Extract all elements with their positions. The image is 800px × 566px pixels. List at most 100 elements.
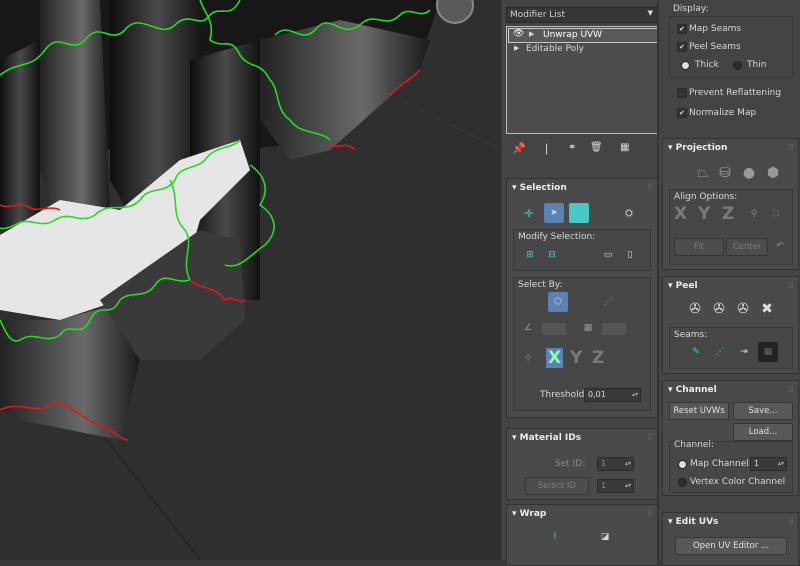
- rollout-title[interactable]: ▾ Wrap: [512, 509, 546, 519]
- pelt-map-icon[interactable]: ✖: [757, 299, 777, 319]
- select-element-icon[interactable]: ➤: [544, 203, 564, 223]
- stack-item-label: Editable Poly: [526, 44, 584, 54]
- grip-icon[interactable]: ⠿: [647, 433, 653, 442]
- modifier-list-dropdown[interactable]: Modifier List ▼: [506, 7, 658, 23]
- stack-item-unwrap-uvw[interactable]: 👁 ▶ Unwrap UVW: [508, 28, 658, 43]
- map-seams-label: Map Seams: [689, 24, 742, 34]
- map-channel-radio[interactable]: [678, 460, 687, 469]
- align-options-label: Align Options:: [674, 192, 738, 202]
- spinner-arrows-icon[interactable]: ▴▾: [625, 458, 631, 470]
- spline-map-icon[interactable]: ⌇: [545, 527, 565, 547]
- align-best-icon[interactable]: ⛶: [766, 204, 786, 224]
- load-button[interactable]: Load...: [733, 423, 793, 441]
- select-by-grid-icon[interactable]: ▦: [578, 318, 598, 338]
- prevent-reflattening-checkbox[interactable]: [677, 88, 687, 98]
- thin-label: Thin: [747, 60, 767, 70]
- align-x[interactable]: X: [674, 204, 687, 224]
- select-id-spinner[interactable]: 1 ▴▾: [597, 479, 634, 493]
- select-by-group: Select By: ⬡ ⋰ ∠ ▦ ⊹ X Y Z Threshold: 0,…: [513, 277, 651, 411]
- unwrap-faces-icon[interactable]: ◪: [595, 527, 615, 547]
- edit-seams-icon[interactable]: ✎: [686, 342, 706, 362]
- collapse-icon: ▾: [668, 281, 676, 291]
- viewport-3d[interactable]: [0, 0, 502, 560]
- align-z[interactable]: Z: [722, 204, 734, 224]
- threshold-label: Threshold:: [540, 390, 588, 400]
- make-unique-icon[interactable]: ⚭: [568, 142, 576, 153]
- normalize-map-checkbox[interactable]: ✔: [677, 108, 687, 118]
- save-button[interactable]: Save...: [733, 402, 793, 420]
- remove-modifier-icon[interactable]: 🗑: [590, 142, 603, 153]
- axis-y[interactable]: Y: [570, 348, 582, 368]
- peel-seams-checkbox[interactable]: ✔: [677, 42, 687, 52]
- configure-sets-icon[interactable]: ▦: [620, 142, 629, 153]
- grip-icon[interactable]: ⠿: [647, 183, 653, 192]
- align-y[interactable]: Y: [698, 204, 710, 224]
- seams-from-selection-icon[interactable]: ▦: [758, 342, 778, 362]
- axis-z[interactable]: Z: [592, 348, 604, 368]
- align-to-view-icon[interactable]: ⚲: [744, 204, 764, 224]
- axis-x[interactable]: X: [546, 348, 564, 368]
- map-seams-checkbox[interactable]: ✔: [677, 24, 687, 34]
- loop-select-icon[interactable]: ▭: [598, 245, 618, 265]
- set-id-spinner[interactable]: 1 ▴▾: [597, 457, 634, 471]
- planar-map-icon[interactable]: ⏢: [693, 163, 713, 183]
- mesh-render: [0, 0, 502, 560]
- rollout-title[interactable]: ▾ Peel: [668, 281, 698, 291]
- select-cube-icon[interactable]: ⬡: [548, 292, 568, 312]
- eye-icon[interactable]: 👁: [513, 29, 524, 39]
- rollout-title[interactable]: ▾ Edit UVs: [668, 517, 718, 527]
- reset-peel-icon[interactable]: ✇: [733, 299, 753, 319]
- pin-stack-icon[interactable]: 📌: [512, 142, 526, 155]
- expand-triangle-icon[interactable]: ▶: [514, 44, 519, 52]
- select-by-element-icon[interactable]: ⛭: [619, 203, 639, 223]
- prevent-reflattening-label: Prevent Reflattening: [689, 88, 782, 98]
- stack-toolbar: 📌 ❘ ⚭ 🗑 ▦: [506, 140, 656, 158]
- select-by-angle-icon[interactable]: ∠: [518, 318, 538, 338]
- normalize-map-label: Normalize Map: [689, 108, 757, 118]
- center-button[interactable]: Center: [726, 238, 768, 256]
- edge-to-seams-icon[interactable]: ⇥: [734, 342, 754, 362]
- open-uv-editor-button[interactable]: Open UV Editor ...: [675, 537, 787, 555]
- shrink-selection-icon[interactable]: ⊟: [542, 245, 562, 265]
- grip-icon[interactable]: ⠿: [788, 517, 794, 526]
- point-to-point-seams-icon[interactable]: ⋰: [710, 342, 730, 362]
- grip-icon[interactable]: ⠿: [788, 281, 794, 290]
- planar-select-icon[interactable]: ⊹: [518, 348, 538, 368]
- thin-radio[interactable]: [733, 61, 742, 70]
- show-end-result-icon[interactable]: ❘: [542, 142, 551, 155]
- select-id-button[interactable]: Select ID: [525, 477, 589, 495]
- select-edge-icon[interactable]: ⋰: [598, 292, 618, 312]
- threshold-spinner[interactable]: 0,01 ▴▾: [584, 388, 641, 402]
- rollout-title[interactable]: ▾ Material IDs: [512, 433, 581, 443]
- rollout-title[interactable]: ▾ Projection: [668, 143, 727, 153]
- spinner-arrows-icon[interactable]: ▴▾: [632, 389, 638, 401]
- thick-radio[interactable]: [681, 61, 690, 70]
- ring-select-icon[interactable]: ▯: [620, 245, 640, 265]
- stack-item-editable-poly[interactable]: ▶ Editable Poly: [508, 43, 656, 56]
- cylindrical-map-icon[interactable]: ⛁: [715, 163, 735, 183]
- quick-peel-icon[interactable]: ✇: [685, 299, 705, 319]
- angle-input[interactable]: [542, 323, 566, 335]
- grip-icon[interactable]: ⠿: [788, 143, 794, 152]
- reset-uvws-button[interactable]: Reset UVWs: [669, 402, 729, 420]
- rollout-title[interactable]: ▾ Channel: [668, 385, 717, 395]
- spherical-map-icon[interactable]: ●: [739, 163, 759, 183]
- vertex-color-channel-radio[interactable]: [678, 478, 687, 487]
- spinner-arrows-icon[interactable]: ▴▾: [778, 458, 784, 470]
- channel-rollout: ▾ Channel ⠿ Reset UVWs Save... Load... C…: [662, 380, 799, 496]
- reset-icon[interactable]: ↶: [770, 236, 790, 256]
- peel-mode-icon[interactable]: ✇: [709, 299, 729, 319]
- expand-triangle-icon[interactable]: ▶: [529, 30, 534, 38]
- spinner-arrows-icon[interactable]: ▴▾: [625, 480, 631, 492]
- collapse-icon: ▾: [512, 433, 520, 443]
- grid-input[interactable]: [602, 323, 626, 335]
- fit-button[interactable]: Fit: [674, 238, 724, 256]
- expand-selection-icon[interactable]: ⊞: [520, 245, 540, 265]
- grip-icon[interactable]: ⠿: [788, 385, 794, 394]
- grow-select-icon[interactable]: ✛: [519, 203, 539, 223]
- polygon-mode-icon[interactable]: [569, 203, 589, 223]
- grip-icon[interactable]: ⠿: [647, 509, 653, 518]
- box-map-icon[interactable]: ⬢: [763, 163, 783, 183]
- map-channel-spinner[interactable]: 1 ▴▾: [750, 457, 787, 471]
- rollout-title[interactable]: ▾ Selection: [512, 183, 567, 193]
